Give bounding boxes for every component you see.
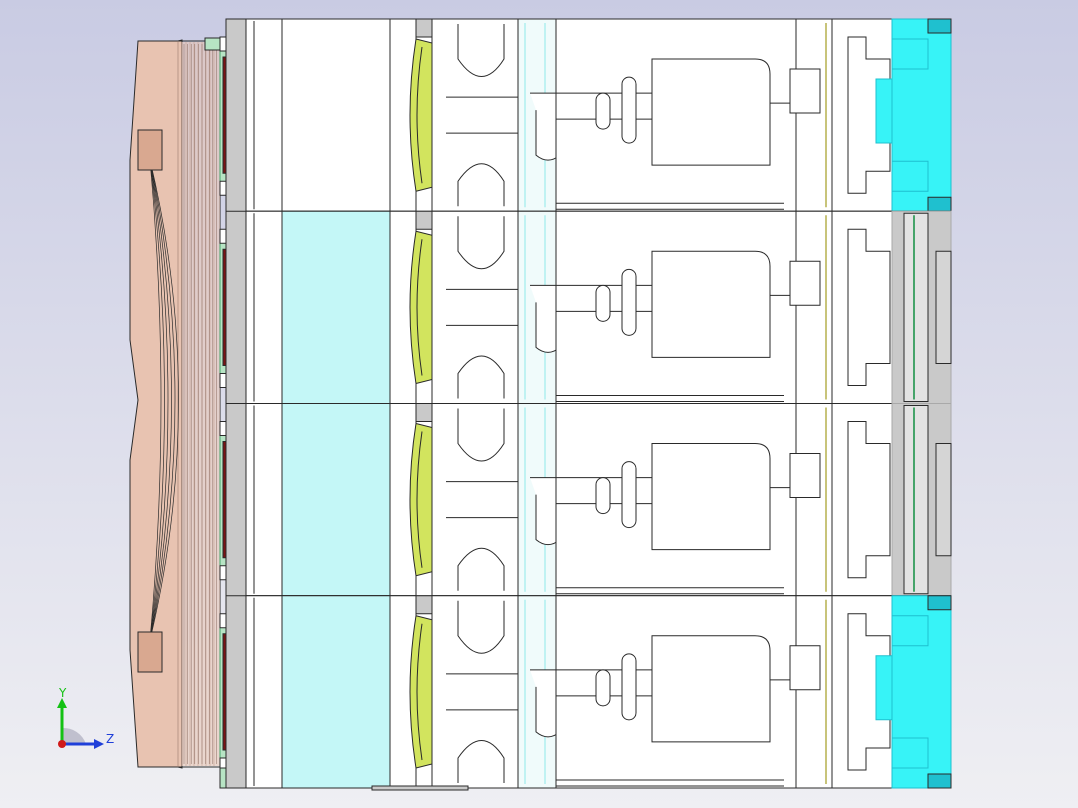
connector-cyan-cap [927,595,952,611]
blade-slot-small [595,92,611,130]
blade-slot-long [621,653,637,721]
connector-grey-insert [903,405,929,595]
connector-cyan-step [891,737,929,769]
right-pin [789,68,821,114]
blade-slot-long [621,268,637,336]
blade-slot-small [595,477,611,515]
module-window [281,403,391,597]
end-cover-pocket [137,129,163,171]
coordinate-triad: Y Z [57,686,114,749]
bottom-rail [371,785,469,791]
cad-graphics-viewport[interactable]: Y Z [0,0,1078,808]
cad-model-view[interactable] [0,0,1078,808]
connector-grey-insert [935,443,952,557]
module-window [281,210,391,404]
module-lens-spacer [415,18,433,38]
terminal-profile [847,228,891,386]
connector-cyan-cap [927,18,952,34]
right-pin [789,645,821,691]
module-lens [409,615,433,769]
blade-slot-small [595,284,611,322]
module-window [281,595,391,789]
blade-head [651,635,771,743]
triad-y-label: Y [58,686,67,700]
connector-cyan-step [891,38,929,70]
blade-slot-long [621,461,637,529]
connector-cyan-cap [927,773,952,789]
terminal-profile [847,421,891,579]
cad-model[interactable] [129,18,952,791]
triad-z-arrow-icon [94,739,104,749]
right-pin [789,453,821,498]
triad-arc [62,727,86,744]
module-lens-spacer [415,403,433,422]
right-pin [789,260,821,306]
triad-origin [58,740,66,748]
connector-cyan-step [891,615,929,647]
connector-cyan-tab [875,655,893,721]
connector-grey-insert [935,250,952,364]
connector-cyan-tab [875,78,893,144]
blade-slot-long [621,76,637,144]
module-lens [409,230,433,385]
connector-cyan-cap [927,196,952,212]
blade-head [651,58,771,166]
module-lens-spacer [415,595,433,615]
blade-head [651,250,771,358]
connector-cyan-step [891,160,929,192]
module-lens [409,38,433,192]
module-window [281,18,391,212]
module-lens [409,422,433,577]
triad-z-label: Z [106,732,114,746]
blade-slot-small [595,669,611,707]
module-lens-spacer [415,210,433,230]
connector-grey-insert [903,212,929,402]
end-cover-pocket [137,631,163,673]
blade-head [651,443,771,551]
